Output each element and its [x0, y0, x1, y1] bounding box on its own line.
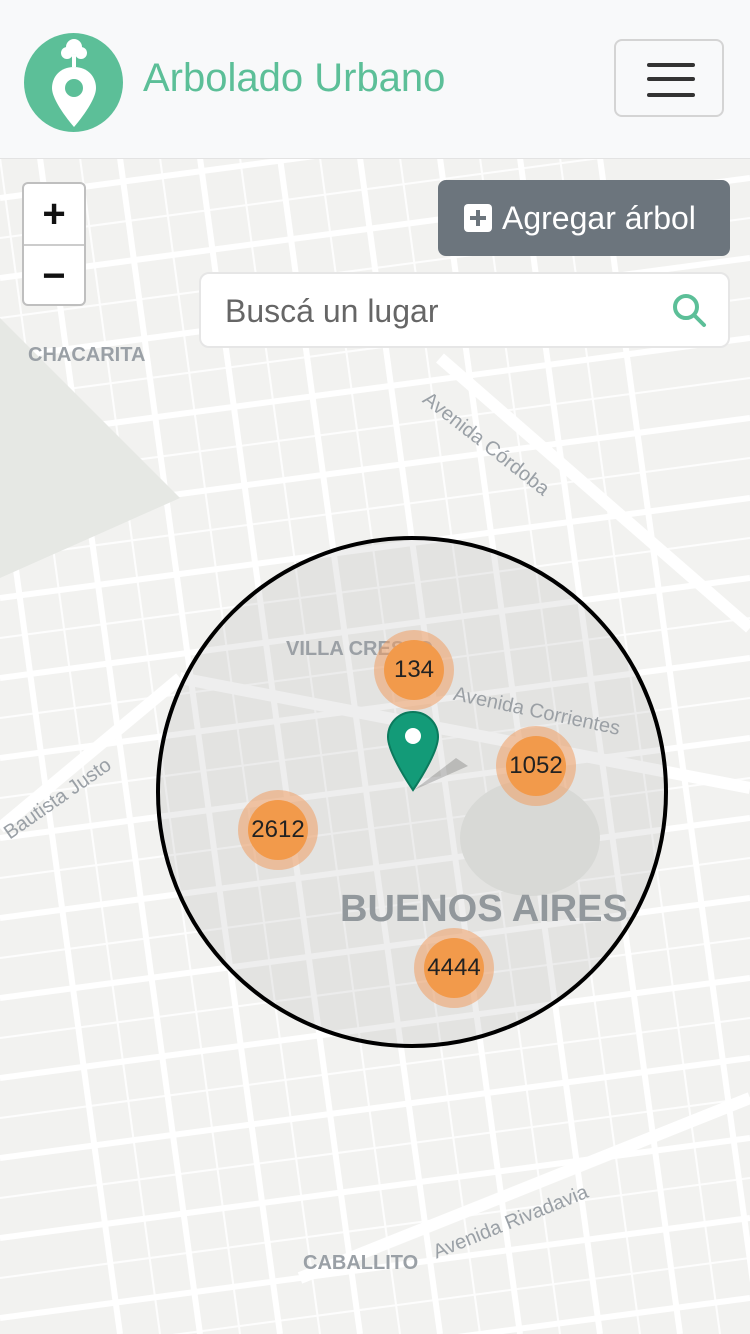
logo[interactable]: [24, 33, 123, 132]
search-input[interactable]: [223, 286, 647, 336]
plus-square-icon: [464, 204, 492, 232]
zoom-control: + −: [22, 182, 86, 306]
cluster-marker[interactable]: 1052: [496, 726, 576, 806]
cluster-count: 134: [384, 640, 444, 700]
cluster-marker[interactable]: 4444: [414, 928, 494, 1008]
navbar: Arbolado Urbano: [0, 0, 750, 159]
cluster-count: 4444: [424, 938, 484, 998]
search-box: [199, 272, 730, 348]
menu-toggle-button[interactable]: [614, 39, 724, 117]
tree-pin-icon: [52, 39, 96, 127]
search-icon[interactable]: [671, 292, 707, 328]
cluster-marker[interactable]: 2612: [238, 790, 318, 870]
zoom-out-button[interactable]: −: [24, 246, 84, 306]
brand-title[interactable]: Arbolado Urbano: [143, 56, 445, 101]
label-chacarita: CHACARITA: [28, 344, 146, 366]
cluster-count: 1052: [506, 736, 566, 796]
add-tree-button[interactable]: Agregar árbol: [438, 180, 730, 256]
add-tree-label: Agregar árbol: [502, 199, 696, 236]
hamburger-icon: [647, 63, 695, 67]
cluster-count: 2612: [248, 800, 308, 860]
cluster-marker[interactable]: 134: [374, 630, 454, 710]
zoom-in-button[interactable]: +: [24, 184, 84, 246]
label-caballito: CABALLITO: [303, 1252, 419, 1274]
location-pin-icon[interactable]: [386, 710, 476, 800]
